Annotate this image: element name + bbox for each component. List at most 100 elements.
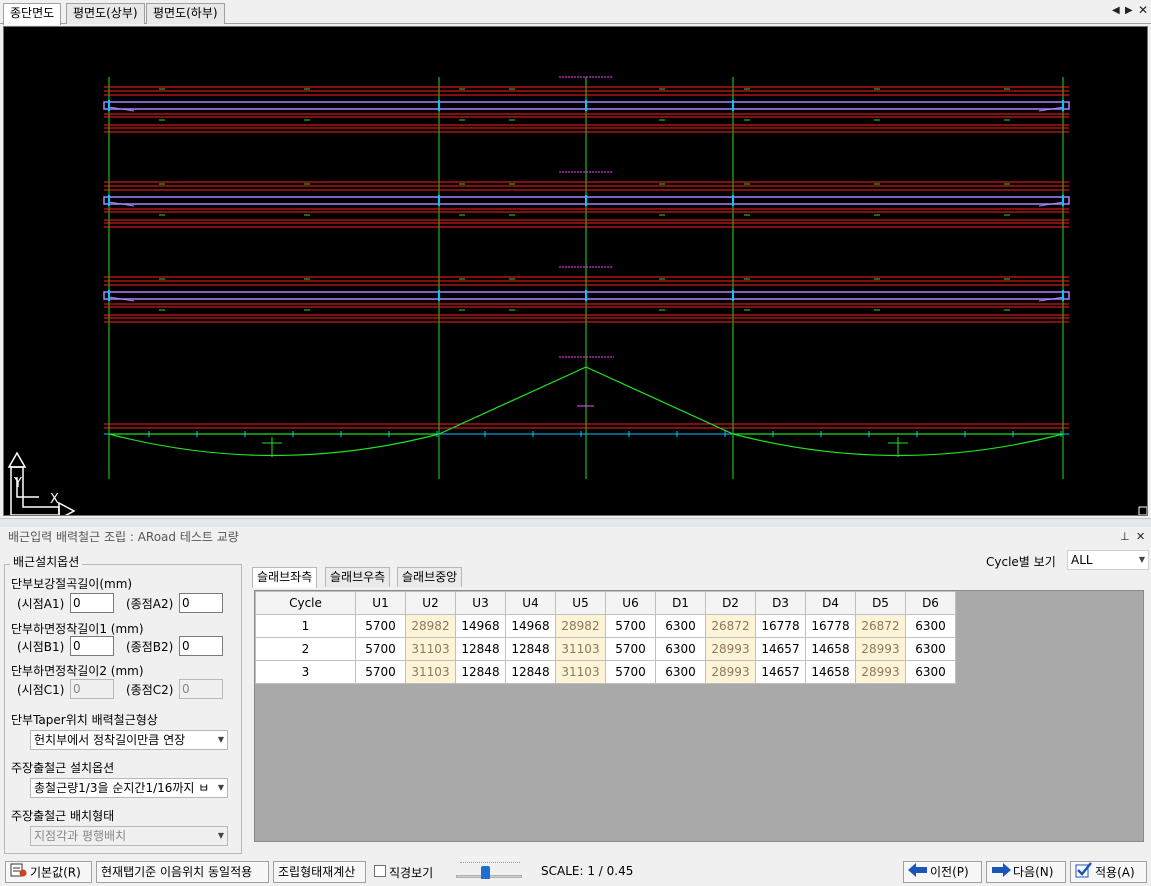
length-cell[interactable]: 5700: [605, 614, 656, 638]
length-cell[interactable]: 31103: [555, 660, 606, 684]
length-cell[interactable]: 28982: [405, 614, 456, 638]
startA1-input[interactable]: 0: [70, 593, 114, 613]
length-cell[interactable]: 12848: [455, 637, 506, 661]
startB1-input[interactable]: 0: [70, 636, 114, 656]
panel-close-icon[interactable]: ✕: [1136, 527, 1145, 547]
chevron-down-icon: ▼: [1138, 555, 1145, 564]
length-cell[interactable]: 16778: [755, 614, 806, 638]
apply-same-splice-button[interactable]: 현재탭기준 이음위치 동일적용: [96, 861, 269, 883]
length-cell[interactable]: 28993: [705, 660, 756, 684]
next-button[interactable]: 다음(N): [986, 861, 1066, 883]
length-cell[interactable]: 6300: [655, 660, 706, 684]
panel-splitter[interactable]: [0, 518, 1151, 527]
length-cell[interactable]: 28993: [855, 660, 906, 684]
length-cell[interactable]: 14657: [755, 637, 806, 661]
tab-longitudinal-section[interactable]: 종단면도: [3, 3, 62, 25]
length-cell[interactable]: 5700: [355, 614, 406, 638]
length-cell[interactable]: 12848: [455, 660, 506, 684]
apply-button[interactable]: 적용(A): [1070, 861, 1147, 883]
column-header[interactable]: U4: [505, 591, 556, 615]
length-cell[interactable]: 5700: [355, 660, 406, 684]
scroll-right-icon[interactable]: ▶: [1125, 5, 1133, 17]
length-cell[interactable]: 26872: [705, 614, 756, 638]
pin-icon[interactable]: ⊥: [1120, 527, 1130, 547]
length-cell[interactable]: 31103: [555, 637, 606, 661]
length-cell[interactable]: 14658: [805, 660, 856, 684]
column-header[interactable]: Cycle: [255, 591, 356, 615]
endB2-label: (종점B2): [126, 640, 174, 654]
length-cell[interactable]: 28993: [705, 637, 756, 661]
ucs-icon: [10, 466, 60, 515]
length-cell[interactable]: 12848: [505, 660, 556, 684]
length-cell[interactable]: 31103: [405, 660, 456, 684]
length-cell[interactable]: 6300: [655, 637, 706, 661]
cad-viewport[interactable]: YX: [3, 26, 1148, 516]
length-cell[interactable]: 6300: [905, 637, 956, 661]
close-icon[interactable]: ✕: [1138, 4, 1148, 16]
cycle-grid[interactable]: Cycle U1 U2 U3 U4 U5 U6 D1 D2 D3 D4 D5 D6 1 5700 28982…: [254, 590, 1144, 842]
length-cell[interactable]: 5700: [355, 637, 406, 661]
column-header[interactable]: D6: [905, 591, 956, 615]
length-cell[interactable]: 14658: [805, 637, 856, 661]
ucs-y-label: Y: [13, 476, 22, 491]
ucs-x-label: X: [50, 492, 59, 507]
length-cell[interactable]: 28993: [855, 637, 906, 661]
column-header[interactable]: D4: [805, 591, 856, 615]
length-cell[interactable]: 14657: [755, 660, 806, 684]
cycle-cell[interactable]: 1: [255, 614, 356, 638]
end-anchor-length1-label: 단부하면정착길이1 (mm): [11, 622, 144, 636]
length-cell[interactable]: 16778: [805, 614, 856, 638]
column-header[interactable]: U5: [555, 591, 606, 615]
table-row[interactable]: 3 5700 31103 12848 12848 31103 5700 6300 28993 14…: [255, 660, 956, 684]
startC1-label: (시점C1): [17, 683, 65, 697]
rebar-options-title: 배근설치옵션: [10, 553, 83, 570]
column-header[interactable]: U6: [605, 591, 656, 615]
tab-plan-upper[interactable]: 평면도(상부): [66, 3, 145, 24]
rebar-drawing: YX: [7, 76, 1147, 515]
zoom-slider-thumb[interactable]: [481, 866, 490, 879]
column-header[interactable]: U1: [355, 591, 406, 615]
length-cell[interactable]: 5700: [605, 660, 656, 684]
recalc-button[interactable]: 조립형태재계산: [273, 861, 366, 883]
prev-button[interactable]: 이전(P): [903, 861, 982, 883]
taper-shape-select[interactable]: 헌치부에서 정착길이만큼 연장 ▼: [30, 730, 228, 750]
length-cell[interactable]: 28982: [555, 614, 606, 638]
cycle-view-select[interactable]: ALL ▼: [1067, 550, 1149, 570]
table-row[interactable]: 1 5700 28982 14968 14968 28982 5700 6300 26872 16…: [255, 614, 956, 638]
length-cell[interactable]: 6300: [905, 614, 956, 638]
tab-plan-lower[interactable]: 평면도(하부): [146, 3, 225, 24]
tab-slab-center[interactable]: 슬래브중앙: [397, 567, 463, 587]
scroll-left-icon[interactable]: ◀: [1112, 5, 1120, 17]
endC2-label: (종점C2): [126, 683, 174, 697]
length-cell[interactable]: 12848: [505, 637, 556, 661]
length-cell[interactable]: 26872: [855, 614, 906, 638]
table-row[interactable]: 2 5700 31103 12848 12848 31103 5700 6300 28993 14…: [255, 637, 956, 661]
length-cell[interactable]: 6300: [655, 614, 706, 638]
chevron-down-icon: ▼: [217, 831, 224, 840]
tab-slab-left[interactable]: 슬래브좌측: [252, 567, 318, 588]
length-cell[interactable]: 5700: [605, 637, 656, 661]
column-header[interactable]: D2: [705, 591, 756, 615]
panel-title: 배근입력 배력철근 조립 : ARoad 테스트 교량: [8, 530, 239, 544]
column-header[interactable]: D5: [855, 591, 906, 615]
column-header[interactable]: U3: [455, 591, 506, 615]
column-header[interactable]: D1: [655, 591, 706, 615]
column-header[interactable]: D3: [755, 591, 806, 615]
arrow-left-icon: [908, 862, 928, 883]
main-rebar-option-select[interactable]: 총철근량1/3을 순지간1/16까지 ㅂ ▼: [30, 778, 228, 798]
length-cell[interactable]: 14968: [505, 614, 556, 638]
length-cell[interactable]: 31103: [405, 637, 456, 661]
cycle-cell[interactable]: 2: [255, 637, 356, 661]
endA2-input[interactable]: 0: [179, 593, 223, 613]
default-button[interactable]: 기본값(R): [5, 861, 92, 883]
endB2-input[interactable]: 0: [179, 636, 223, 656]
endC2-input: 0: [179, 679, 223, 699]
cycle-cell[interactable]: 3: [255, 660, 356, 684]
length-cell[interactable]: 14968: [455, 614, 506, 638]
main-rebar-shape-value: 지점각과 평행배치: [34, 829, 127, 843]
column-header[interactable]: U2: [405, 591, 456, 615]
diameter-view-checkbox[interactable]: [374, 865, 386, 877]
length-cell[interactable]: 6300: [905, 660, 956, 684]
tab-slab-right[interactable]: 슬래브우측: [325, 567, 391, 587]
diameter-view-label: 직경보기: [389, 866, 434, 880]
